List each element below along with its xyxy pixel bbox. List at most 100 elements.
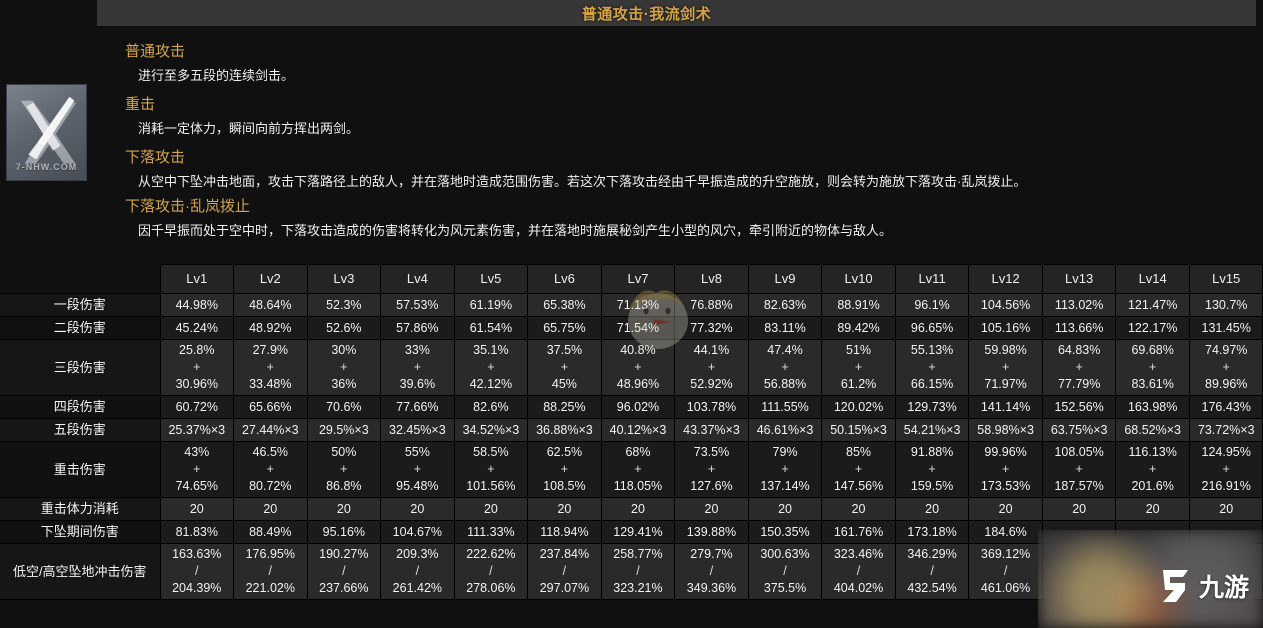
table-cell: 83.11% [747, 316, 823, 340]
table-cell: 129.73% [894, 395, 970, 419]
cell-value-bottom: 237.66% [319, 581, 369, 595]
cell-value-top: 91.88% [910, 445, 954, 459]
table-cell: 61.54% [453, 316, 529, 340]
table-column-header: Lv7 [600, 264, 676, 294]
table-cell: 237.84% / 297.07% [527, 543, 602, 600]
cell-value-separator: + [1222, 360, 1230, 374]
cell-value-separator: + [781, 360, 789, 374]
table-cell [1115, 543, 1190, 600]
table-cell: 20 [453, 497, 529, 521]
cell-value-bottom: 36% [331, 377, 357, 391]
section-heading-plunging-variant: 下落攻击·乱岚拨止 [125, 198, 250, 215]
table-cell: 20 [527, 497, 602, 521]
table-cell: 88.25% [527, 395, 602, 419]
table-cell: 141.14% [968, 395, 1043, 419]
table-cell: 51% +61.2% [821, 339, 896, 396]
table-cell: 40.8% +48.96% [600, 339, 676, 396]
cell-value-bottom: 187.57% [1054, 479, 1104, 493]
table-cell [1041, 520, 1117, 544]
table-cell: 77.32% [674, 316, 749, 340]
cell-value-top: 116.13% [1128, 445, 1177, 459]
table-cell: 163.63% / 204.39% [159, 543, 235, 600]
skill-detail-panel: 普通攻击·我流剑术 7-NHW.COM 普通攻击 进行至多五段的连续剑击。 重击… [0, 0, 1263, 628]
cell-value-top: 99.96% [984, 445, 1027, 459]
table-cell: 55% +95.48% [380, 441, 455, 498]
table-cell: 111.33% [453, 520, 529, 544]
cell-value-separator: + [193, 360, 201, 374]
cell-value-top: 108.05% [1054, 445, 1104, 459]
table-cell: 20 [600, 497, 676, 521]
cell-value-separator: + [707, 462, 716, 476]
cell-value-separator: + [413, 360, 422, 374]
table-cell: 44.1% +52.92% [674, 339, 749, 396]
cell-value-bottom: 201.6% [1131, 479, 1174, 493]
table-row: 四段伤害 60.72% 65.66% 70.6% 77.66% 82.6% 88.25% 96… [0, 395, 1263, 419]
cell-value-bottom: 48.96% [616, 377, 660, 391]
table-cell: 34.52%×3 [453, 418, 529, 442]
table-column-header: Lv8 [674, 264, 749, 294]
table-cell: 71.13% [600, 293, 676, 317]
table-column-header: Lv15 [1188, 264, 1263, 294]
table-cell: 73.5% +127.6% [674, 441, 749, 498]
table-cell: 25.37%×3 [159, 418, 235, 442]
cell-value-bottom: 33.48% [249, 377, 292, 391]
cell-value-bottom: 61.2% [840, 377, 877, 391]
table-cell [1115, 520, 1190, 544]
table-cell: 222.62% / 278.06% [453, 543, 529, 600]
table-cell: 95.16% [306, 520, 382, 544]
cell-value-bottom: 71.97% [984, 377, 1027, 391]
table-cell: 68% +118.05% [600, 441, 676, 498]
table-cell: 20 [894, 497, 970, 521]
table-cell: 89.42% [821, 316, 896, 340]
table-column-header: Lv5 [453, 264, 529, 294]
cell-value-top: 190.27% [319, 547, 369, 561]
table-row-label: 五段伤害 [0, 418, 161, 442]
table-cell: 209.3% / 261.42% [380, 543, 455, 600]
cell-value-separator: + [413, 462, 422, 476]
table-cell: 35.1% +42.12% [453, 339, 529, 396]
cell-value-top: 47.4% [767, 343, 803, 357]
table-row: 下坠期间伤害 81.83% 88.49% 95.16% 104.67% 111.33% 11… [0, 520, 1263, 544]
cell-value-separator: + [266, 360, 274, 374]
table-cell: 85% +147.56% [821, 441, 896, 498]
table-cell: 37.5% +45% [527, 339, 602, 396]
cell-value-separator: + [1149, 360, 1157, 374]
table-row-label: 三段伤害 [0, 339, 161, 396]
table-row: 低空/高空坠地冲击伤害 163.63% / 204.39% 176.95% / 221.02… [0, 543, 1263, 600]
cell-value-top: 163.63% [172, 547, 222, 561]
cell-value-bottom: 77.79% [1057, 377, 1101, 391]
table-cell: 46.5% +80.72% [233, 441, 308, 498]
cell-value-bottom: 127.6% [690, 479, 733, 493]
cell-value-separator: + [266, 462, 274, 476]
cell-value-top: 369.12% [980, 547, 1031, 561]
cell-value-separator: / [856, 564, 861, 578]
cell-value-separator: / [562, 564, 567, 578]
table-cell: 20 [821, 497, 896, 521]
table-column-header: Lv6 [527, 264, 602, 294]
table-cell: 76.88% [674, 293, 749, 317]
sword-skill-icon: 7-NHW.COM [6, 84, 87, 181]
table-column-header: Lv3 [306, 264, 382, 294]
cell-value-bottom: 74.65% [175, 479, 218, 493]
icon-watermark-text: 7-NHW.COM [15, 162, 78, 172]
table-cell: 279.7% / 349.36% [674, 543, 749, 600]
table-cell: 96.1% [894, 293, 970, 317]
table-cell: 29.5%×3 [306, 418, 382, 442]
table-cell: 113.66% [1041, 316, 1117, 340]
cell-value-top: 59.98% [984, 343, 1027, 357]
cell-value-bottom: 52.92% [690, 377, 733, 391]
table-cell: 27.44%×3 [233, 418, 308, 442]
table-row: 重击伤害 43% +74.65% 46.5% +80.72% 50% +86.8% 55% +9… [0, 441, 1263, 498]
cell-value-top: 346.29% [907, 547, 957, 561]
cell-value-separator: + [487, 360, 495, 374]
table-cell: 60.72% [159, 395, 235, 419]
table-cell: 82.6% [453, 395, 529, 419]
cell-value-top: 46.5% [252, 445, 289, 459]
table-cell: 57.53% [380, 293, 455, 317]
table-cell: 20 [968, 497, 1043, 521]
section-body-plunging-variant: 因千早振而处于空中时，下落攻击造成的伤害将转化为风元素伤害，并在落地时施展秘剑产… [138, 223, 893, 238]
cell-value-separator: / [930, 564, 934, 578]
table-cell: 70.6% [306, 395, 382, 419]
table-row: 一段伤害 44.98% 48.64% 52.3% 57.53% 61.19% 65.38% 7… [0, 293, 1263, 317]
table-cell: 108.05% +187.57% [1041, 441, 1117, 498]
